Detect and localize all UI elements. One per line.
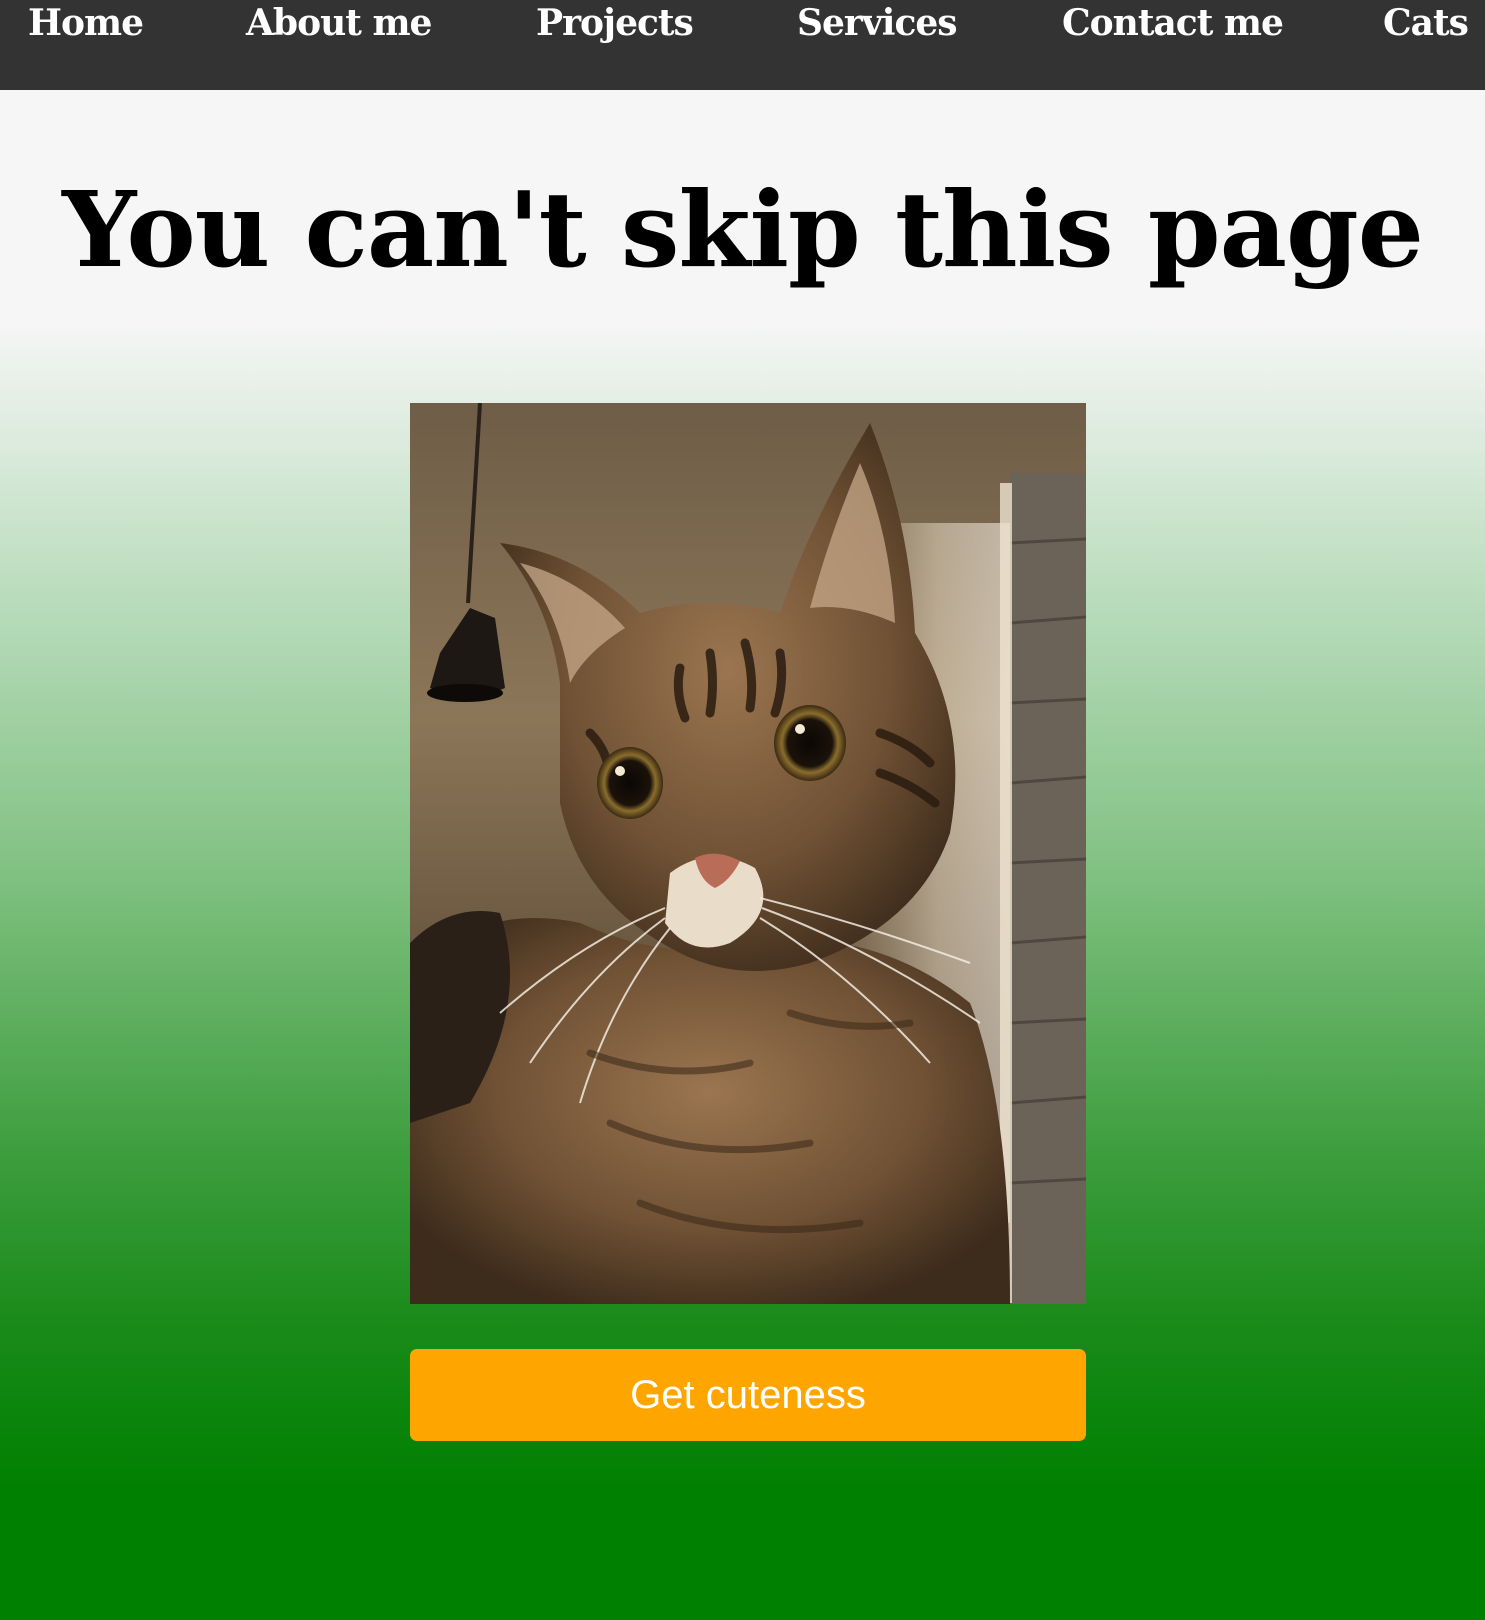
nav-link-contact-me[interactable]: Contact me	[1062, 0, 1284, 46]
nav-link-projects[interactable]: Projects	[536, 0, 694, 46]
top-navigation-bar: Home About me Projects Services Contact …	[0, 0, 1485, 90]
nav-link-cats[interactable]: Cats	[1383, 0, 1469, 46]
page-title: You can't skip this page	[62, 168, 1424, 291]
nav-link-about-me[interactable]: About me	[246, 0, 432, 46]
cat-photo	[410, 403, 1086, 1304]
nav-link-services[interactable]: Services	[797, 0, 958, 46]
nav-link-home[interactable]: Home	[28, 0, 144, 46]
get-cuteness-button[interactable]: Get cuteness	[410, 1349, 1086, 1441]
